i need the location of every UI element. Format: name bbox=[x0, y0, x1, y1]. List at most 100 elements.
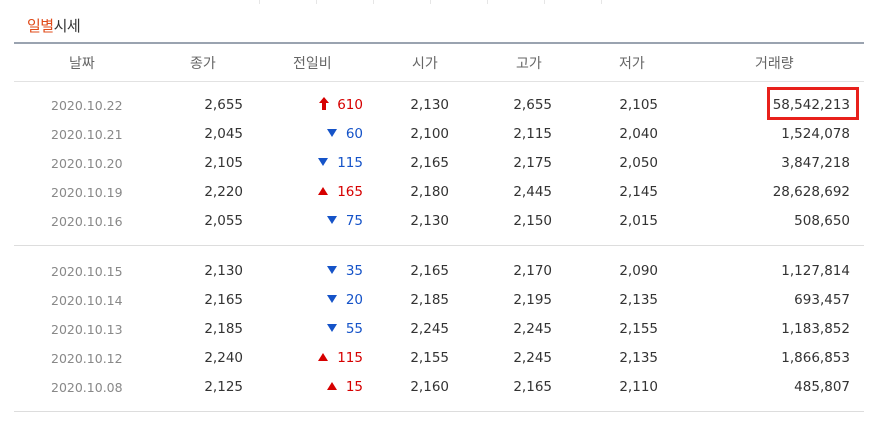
cell-open: 2,130 bbox=[410, 97, 449, 113]
cell-open: 2,155 bbox=[410, 350, 449, 366]
cell-volume: 3,847,218 bbox=[781, 155, 850, 171]
cell-high: 2,245 bbox=[513, 321, 552, 337]
cell-high: 2,165 bbox=[513, 379, 552, 395]
table-row: 2020.10.14 2,165 2,185 2,195 2,135 693,457 20 bbox=[14, 286, 864, 315]
cell-date: 2020.10.15 bbox=[51, 264, 123, 279]
up-triangle-icon bbox=[318, 353, 329, 361]
cell-change: 15 bbox=[326, 379, 363, 395]
cell-high: 2,170 bbox=[513, 263, 552, 279]
cell-close: 2,165 bbox=[204, 292, 243, 308]
cell-high: 2,245 bbox=[513, 350, 552, 366]
cell-date: 2020.10.20 bbox=[51, 156, 123, 171]
cell-low: 2,015 bbox=[619, 213, 658, 229]
cell-open: 2,165 bbox=[410, 155, 449, 171]
change-value: 165 bbox=[337, 184, 363, 200]
volume-highlight-box bbox=[767, 87, 859, 120]
header-close: 종가 bbox=[190, 56, 216, 72]
cell-change: 115 bbox=[318, 155, 363, 171]
cell-low: 2,050 bbox=[619, 155, 658, 171]
change-value: 60 bbox=[345, 126, 363, 142]
cell-high: 2,150 bbox=[513, 213, 552, 229]
table-row: 2020.10.15 2,130 2,165 2,170 2,090 1,127,814 3… bbox=[14, 257, 864, 286]
cell-high: 2,175 bbox=[513, 155, 552, 171]
table-row: 2020.10.19 2,220 2,180 2,445 2,145 28,628,692… bbox=[14, 178, 864, 207]
cell-change: 20 bbox=[326, 292, 363, 308]
cell-open: 2,100 bbox=[410, 126, 449, 142]
table-row: 2020.10.12 2,240 2,155 2,245 2,135 1,866,853 1… bbox=[14, 344, 864, 373]
cell-close: 2,125 bbox=[204, 379, 243, 395]
cell-open: 2,165 bbox=[410, 263, 449, 279]
cell-date: 2020.10.19 bbox=[51, 185, 123, 200]
down-triangle-icon bbox=[326, 266, 337, 274]
cell-volume: 1,127,814 bbox=[781, 263, 850, 279]
cell-low: 2,145 bbox=[619, 184, 658, 200]
cell-date: 2020.10.13 bbox=[51, 322, 123, 337]
table-header: 날짜 종가 전일비 시가 고가 저가 거래량 bbox=[14, 42, 864, 82]
cell-close: 2,220 bbox=[204, 184, 243, 200]
cell-open: 2,180 bbox=[410, 184, 449, 200]
cell-change: 60 bbox=[326, 126, 363, 142]
cell-close: 2,055 bbox=[204, 213, 243, 229]
cell-close: 2,130 bbox=[204, 263, 243, 279]
cell-close: 2,045 bbox=[204, 126, 243, 142]
header-open: 시가 bbox=[412, 56, 438, 72]
section-title-rest: 시세 bbox=[53, 17, 81, 35]
table-row: 2020.10.13 2,185 2,245 2,245 2,155 1,183,852 5… bbox=[14, 315, 864, 344]
header-volume: 거래량 bbox=[755, 56, 794, 72]
upper-limit-arrow-icon bbox=[319, 96, 330, 110]
cell-low: 2,040 bbox=[619, 126, 658, 142]
change-value: 115 bbox=[337, 155, 363, 171]
cell-open: 2,245 bbox=[410, 321, 449, 337]
down-triangle-icon bbox=[318, 158, 329, 166]
cell-volume: 1,183,852 bbox=[781, 321, 850, 337]
cell-change: 165 bbox=[318, 184, 363, 200]
cell-low: 2,135 bbox=[619, 292, 658, 308]
table-row: 2020.10.21 2,045 2,100 2,115 2,040 1,524,078 6… bbox=[14, 120, 864, 149]
group-divider bbox=[14, 245, 864, 246]
up-triangle-icon bbox=[318, 187, 329, 195]
cell-volume: 485,807 bbox=[794, 379, 850, 395]
table-row: 2020.10.16 2,055 2,130 2,150 2,015 508,650 75 bbox=[14, 207, 864, 236]
down-triangle-icon bbox=[326, 295, 337, 303]
cell-low: 2,090 bbox=[619, 263, 658, 279]
cell-change: 35 bbox=[326, 263, 363, 279]
down-triangle-icon bbox=[326, 324, 337, 332]
cell-high: 2,655 bbox=[513, 97, 552, 113]
cell-change: 610 bbox=[319, 96, 363, 113]
cell-date: 2020.10.12 bbox=[51, 351, 123, 366]
header-low: 저가 bbox=[619, 56, 645, 72]
cell-volume: 28,628,692 bbox=[772, 184, 850, 200]
up-triangle-icon bbox=[326, 382, 337, 390]
cell-low: 2,110 bbox=[619, 379, 658, 395]
table-row: 2020.10.20 2,105 2,165 2,175 2,050 3,847,218 1… bbox=[14, 149, 864, 178]
section-title: 일별시세 bbox=[27, 15, 81, 36]
change-value: 20 bbox=[345, 292, 363, 308]
cell-date: 2020.10.08 bbox=[51, 380, 123, 395]
table-row: 2020.10.08 2,125 2,160 2,165 2,110 485,807 15 bbox=[14, 373, 864, 402]
down-triangle-icon bbox=[326, 216, 337, 224]
cell-low: 2,135 bbox=[619, 350, 658, 366]
cell-close: 2,240 bbox=[204, 350, 243, 366]
cell-high: 2,445 bbox=[513, 184, 552, 200]
cell-volume: 1,524,078 bbox=[781, 126, 850, 142]
change-value: 75 bbox=[345, 213, 363, 229]
cell-low: 2,155 bbox=[619, 321, 658, 337]
change-value: 15 bbox=[345, 379, 363, 395]
change-value: 55 bbox=[345, 321, 363, 337]
header-high: 고가 bbox=[516, 56, 542, 72]
cell-date: 2020.10.14 bbox=[51, 293, 123, 308]
top-separators bbox=[250, 0, 610, 4]
cell-volume: 1,866,853 bbox=[781, 350, 850, 366]
cell-change: 115 bbox=[318, 350, 363, 366]
cell-date: 2020.10.16 bbox=[51, 214, 123, 229]
cell-high: 2,115 bbox=[513, 126, 552, 142]
cell-close: 2,105 bbox=[204, 155, 243, 171]
cell-volume: 508,650 bbox=[794, 213, 850, 229]
down-triangle-icon bbox=[326, 129, 337, 137]
cell-open: 2,160 bbox=[410, 379, 449, 395]
cell-high: 2,195 bbox=[513, 292, 552, 308]
change-value: 115 bbox=[337, 350, 363, 366]
cell-change: 75 bbox=[326, 213, 363, 229]
cell-volume: 693,457 bbox=[794, 292, 850, 308]
cell-change: 55 bbox=[326, 321, 363, 337]
